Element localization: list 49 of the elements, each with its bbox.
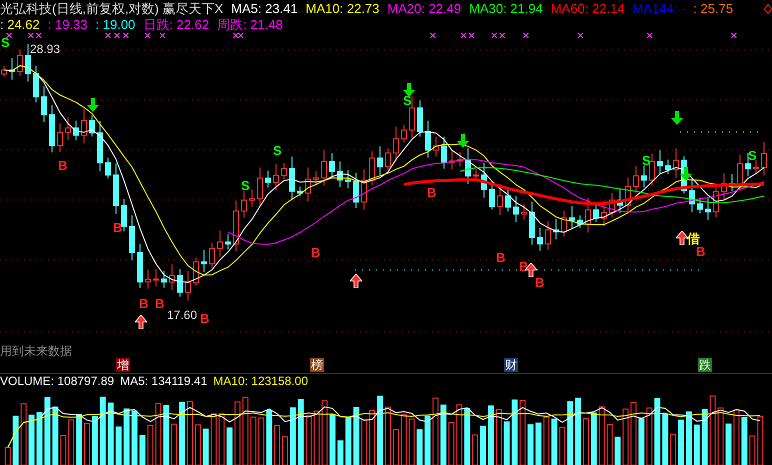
down-arrow-icon	[680, 166, 692, 181]
indicator-value: MA60: 22.14	[550, 1, 625, 17]
volume-reading: VOLUME: 108797.89	[0, 374, 114, 389]
volume-reading: MA5: 134119.41	[120, 374, 208, 389]
buy-signal-label: B	[139, 296, 148, 310]
indicator-value: MA144: -	[632, 1, 686, 17]
indicator-value: : 19.33	[48, 17, 88, 32]
indicator-value: MA5: 23.41	[231, 1, 298, 17]
sell-signal-label: S	[273, 144, 282, 157]
up-arrow-icon	[676, 230, 688, 245]
price-label: 28.93	[30, 40, 60, 58]
sell-signal-label: S	[748, 148, 757, 162]
buy-signal-label: B	[311, 246, 320, 259]
tag-label: 增	[116, 358, 130, 372]
tag-label: 榜	[310, 358, 324, 372]
sell-signal-label: S	[241, 178, 250, 192]
indicator-value: MA10: 22.73	[306, 1, 380, 17]
indicator-value: 日跌: 22.62	[143, 17, 210, 32]
buy-signal-label: B	[696, 244, 706, 258]
diamond-icon	[764, 4, 772, 14]
sell-signal-label: S	[1, 36, 10, 49]
price-label: 17.60	[167, 308, 198, 322]
note-label: 借	[687, 232, 700, 245]
buy-signal-label: B	[113, 220, 122, 234]
down-arrow-icon	[457, 134, 469, 148]
tag-label: 财	[504, 358, 518, 372]
buy-signal-label: B	[58, 158, 68, 172]
buy-signal-label: B	[427, 186, 436, 199]
buy-signal-label: B	[496, 250, 506, 264]
down-arrow-icon	[87, 98, 99, 112]
notice-text: 用到未来数据	[0, 344, 72, 358]
down-arrow-icon	[671, 110, 683, 125]
indicator-value: MA30: 21.94	[469, 1, 543, 17]
up-arrow-icon	[135, 314, 147, 329]
indicator-value: : 25.75	[693, 1, 734, 17]
chart-title: 光弘科技(日线,前复权,对数) 赢尽天下X	[0, 1, 224, 17]
buy-signal-label: B	[535, 276, 544, 289]
down-arrow-icon	[403, 82, 415, 97]
buy-signal-label: B	[200, 312, 210, 325]
indicator-value: MA20: 22.49	[387, 1, 462, 17]
volume-reading: MA10: 123158.00	[213, 374, 308, 389]
indicator-value: 周跌: 21.48	[217, 17, 283, 32]
indicator-value: : 24.62	[0, 17, 40, 32]
indicator-value: : 19.00	[96, 17, 136, 32]
up-arrow-icon	[350, 274, 362, 288]
sell-signal-label: S	[642, 154, 651, 167]
buy-signal-label: B	[155, 296, 164, 310]
tag-label: 跌	[698, 358, 712, 372]
sell-signal-label: S	[403, 94, 412, 107]
